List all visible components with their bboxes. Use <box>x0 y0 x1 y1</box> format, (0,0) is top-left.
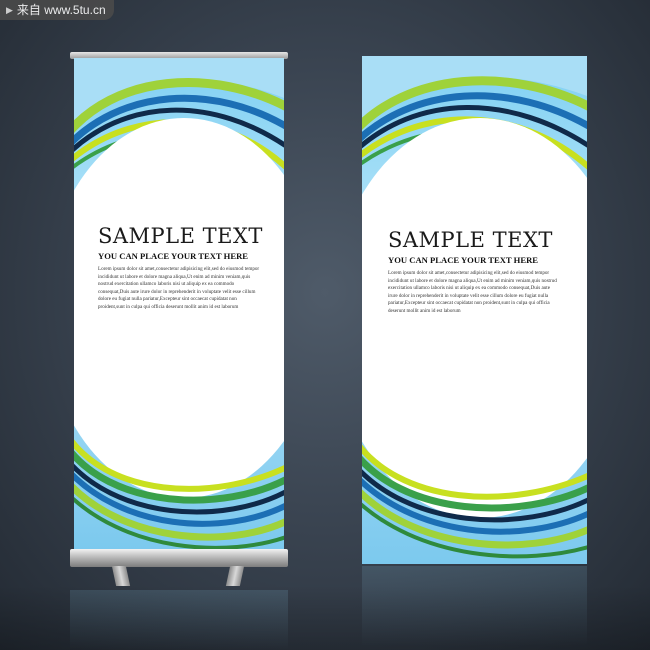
stand-foot-left <box>111 566 131 586</box>
flat-banner: SAMPLE TEXT YOU CAN PLACE YOUR TEXT HERE… <box>362 56 587 564</box>
banner-reflection <box>362 566 587 646</box>
stand-reflection <box>70 590 288 650</box>
banner-subtitle: YOU CAN PLACE YOUR TEXT HERE <box>388 255 539 265</box>
watermark: ▶ 来自 www.5tu.cn <box>0 0 114 20</box>
watermark-text: 来自 www.5tu.cn <box>16 3 106 17</box>
banner-text-block: SAMPLE TEXT YOU CAN PLACE YOUR TEXT HERE… <box>74 224 284 312</box>
banner-body-text: Lorem ipsum dolor sit amet,consectetur a… <box>98 266 260 310</box>
play-arrow-icon: ▶ <box>6 5 13 15</box>
banner-subtitle: YOU CAN PLACE YOUR TEXT HERE <box>98 251 249 261</box>
stand-base <box>70 549 288 567</box>
rollup-banner: SAMPLE TEXT YOU CAN PLACE YOUR TEXT HERE… <box>74 58 284 550</box>
banner-text-block: SAMPLE TEXT YOU CAN PLACE YOUR TEXT HERE… <box>362 228 587 316</box>
stand-foot-right <box>225 566 245 586</box>
banner-title: SAMPLE TEXT <box>388 228 553 252</box>
banner-body-text: Lorem ipsum dolor sit amet,consectetur a… <box>388 270 557 314</box>
banner-title: SAMPLE TEXT <box>98 224 263 248</box>
